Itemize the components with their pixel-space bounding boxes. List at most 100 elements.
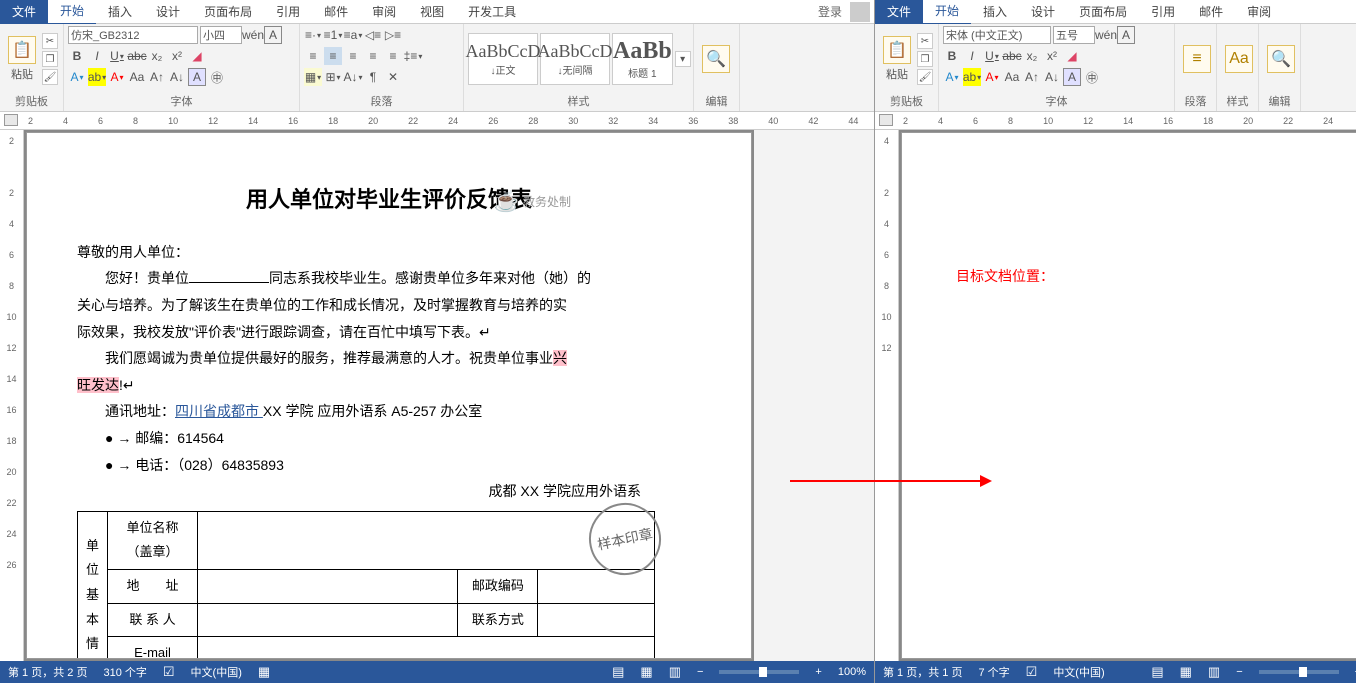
growfont-button[interactable]: A↑ xyxy=(148,68,166,86)
tab-review-r[interactable]: 审阅 xyxy=(1235,0,1283,24)
copy-button-r[interactable]: ❐ xyxy=(917,51,933,67)
readmode-button-r[interactable]: ▤ xyxy=(1151,664,1163,680)
avatar[interactable] xyxy=(850,2,870,22)
wordcount-r[interactable]: 7 个字 xyxy=(978,664,1009,680)
page-status-r[interactable]: 第 1 页，共 1 页 xyxy=(883,664,962,680)
weblayout-button[interactable]: ▥ xyxy=(669,664,681,680)
font-size-select-r[interactable]: 五号 xyxy=(1053,26,1095,44)
clearfmt-button[interactable]: ◢ xyxy=(188,47,206,65)
charshading-button[interactable]: A xyxy=(188,68,206,86)
tab-home[interactable]: 开始 xyxy=(48,0,96,25)
aligncenter-button[interactable]: ≡ xyxy=(324,47,342,65)
readmode-button[interactable]: ▤ xyxy=(612,664,624,680)
bullets-button[interactable]: ≡· xyxy=(304,26,322,44)
growfont-button-r[interactable]: A↑ xyxy=(1023,68,1041,86)
charborder-button-r[interactable]: A xyxy=(1117,26,1135,44)
enclosechars-button[interactable]: ㊥ xyxy=(208,68,226,86)
distribute-button[interactable]: ≡ xyxy=(384,47,402,65)
tab-mail-r[interactable]: 邮件 xyxy=(1187,0,1235,24)
document-page-r[interactable]: 目标文档位置： xyxy=(901,132,1356,659)
italic-button[interactable]: I xyxy=(88,47,106,65)
highlight-button-r[interactable]: ab xyxy=(963,68,981,86)
linespacing-button[interactable]: ‡≡ xyxy=(404,47,422,65)
charborder-button[interactable]: A xyxy=(264,26,282,44)
fontcolor-button[interactable]: A xyxy=(108,68,126,86)
paste-button-r[interactable]: 📋粘贴 xyxy=(879,26,915,92)
font-name-select-r[interactable]: 宋体 (中文正文) xyxy=(943,26,1051,44)
alignright-button[interactable]: ≡ xyxy=(344,47,362,65)
highlight-button[interactable]: ab xyxy=(88,68,106,86)
zoom-slider-r[interactable] xyxy=(1259,670,1339,674)
tab-view[interactable]: 视图 xyxy=(408,0,456,24)
bold-button-r[interactable]: B xyxy=(943,47,961,65)
tab-insert-r[interactable]: 插入 xyxy=(971,0,1019,24)
tab-file-r[interactable]: 文件 xyxy=(875,0,923,24)
subscript-button[interactable]: x₂ xyxy=(148,47,166,65)
phonetic-icon[interactable]: wén xyxy=(244,26,262,44)
tab-dev[interactable]: 开发工具 xyxy=(456,0,528,24)
incindent-button[interactable]: ▷≡ xyxy=(384,26,402,44)
cut-button-r[interactable]: ✂ xyxy=(917,33,933,49)
alignleft-button[interactable]: ≡ xyxy=(304,47,322,65)
tab-insert[interactable]: 插入 xyxy=(96,0,144,24)
superscript-button[interactable]: x² xyxy=(168,47,186,65)
fmtpaint-button[interactable]: 🖌 xyxy=(42,69,58,85)
underline-button-r[interactable]: U xyxy=(983,47,1001,65)
find-button-r[interactable]: 🔍 xyxy=(1263,26,1299,92)
font-name-select[interactable]: 仿宋_GB2312 xyxy=(68,26,198,44)
weblayout-button-r[interactable]: ▥ xyxy=(1208,664,1220,680)
changecase-button[interactable]: Aa xyxy=(128,68,146,86)
stylemore-button[interactable]: ▾ xyxy=(675,51,691,67)
style-button-r[interactable]: Aa xyxy=(1221,26,1257,92)
showmarks-button[interactable]: ¶ xyxy=(364,68,382,86)
borders-button[interactable]: ⊞ xyxy=(324,68,342,86)
tab-ref[interactable]: 引用 xyxy=(264,0,312,24)
fmtpaint-button-r[interactable]: 🖌 xyxy=(917,69,933,85)
enclosechars-button-r[interactable]: ㊥ xyxy=(1083,68,1101,86)
italic-button-r[interactable]: I xyxy=(963,47,981,65)
style-normal[interactable]: AaBbCcD↓正文 xyxy=(468,33,538,85)
page-status[interactable]: 第 1 页，共 2 页 xyxy=(8,664,87,680)
paste-button[interactable]: 📋 粘贴 xyxy=(4,26,40,92)
underline-button[interactable]: U xyxy=(108,47,126,65)
proof-icon[interactable]: ☑ xyxy=(163,664,175,680)
subscript-button-r[interactable]: x₂ xyxy=(1023,47,1041,65)
login-link[interactable]: 登录 xyxy=(814,3,846,20)
fontcolor-button-r[interactable]: A xyxy=(983,68,1001,86)
wordcount[interactable]: 310 个字 xyxy=(103,664,146,680)
printlayout-button[interactable]: ▦ xyxy=(640,664,652,680)
ruler-corner-r[interactable] xyxy=(879,114,893,126)
shading-button[interactable]: ▦ xyxy=(304,68,322,86)
texteffect-button[interactable]: A xyxy=(68,68,86,86)
multilist-button[interactable]: ≡a xyxy=(344,26,362,44)
zoom-out-r[interactable]: − xyxy=(1236,666,1242,678)
vertical-ruler-r[interactable]: 424681012 xyxy=(875,130,899,661)
find-button[interactable]: 🔍 xyxy=(698,26,734,92)
tab-design[interactable]: 设计 xyxy=(144,0,192,24)
numbering-button[interactable]: ≡1 xyxy=(324,26,342,44)
texteffect-button-r[interactable]: A xyxy=(943,68,961,86)
language-r[interactable]: 中文(中国) xyxy=(1053,664,1104,680)
zoom-slider[interactable] xyxy=(719,670,799,674)
address-link[interactable]: 四川省成都市 xyxy=(175,403,263,419)
shrinkfont-button-r[interactable]: A↓ xyxy=(1043,68,1061,86)
clearfmt-button-r[interactable]: ◢ xyxy=(1063,47,1081,65)
macro-icon[interactable]: ▦ xyxy=(258,664,270,680)
para-button-r[interactable]: ≡ xyxy=(1179,26,1215,92)
copy-button[interactable]: ❐ xyxy=(42,51,58,67)
vertical-ruler[interactable]: 22468101214161820222426 xyxy=(0,130,24,661)
font-size-select[interactable]: 小四 xyxy=(200,26,242,44)
zoom-in[interactable]: + xyxy=(815,666,821,678)
tab-file[interactable]: 文件 xyxy=(0,0,48,24)
printlayout-button-r[interactable]: ▦ xyxy=(1180,664,1192,680)
bold-button[interactable]: B xyxy=(68,47,86,65)
horizontal-ruler-r[interactable]: 246810121416182022242628 xyxy=(875,112,1356,130)
superscript-button-r[interactable]: x² xyxy=(1043,47,1061,65)
decindent-button[interactable]: ◁≡ xyxy=(364,26,382,44)
zoom-out[interactable]: − xyxy=(697,666,703,678)
tab-review[interactable]: 审阅 xyxy=(360,0,408,24)
tab-home-r[interactable]: 开始 xyxy=(923,0,971,25)
horizontal-ruler[interactable]: 2468101214161820222426283032343638404244… xyxy=(0,112,874,130)
tab-layout[interactable]: 页面布局 xyxy=(192,0,264,24)
document-page[interactable]: 教务处制 用人单位对毕业生评价反馈表 尊敬的用人单位： 您好！贵单位同志系我校毕… xyxy=(26,132,752,659)
